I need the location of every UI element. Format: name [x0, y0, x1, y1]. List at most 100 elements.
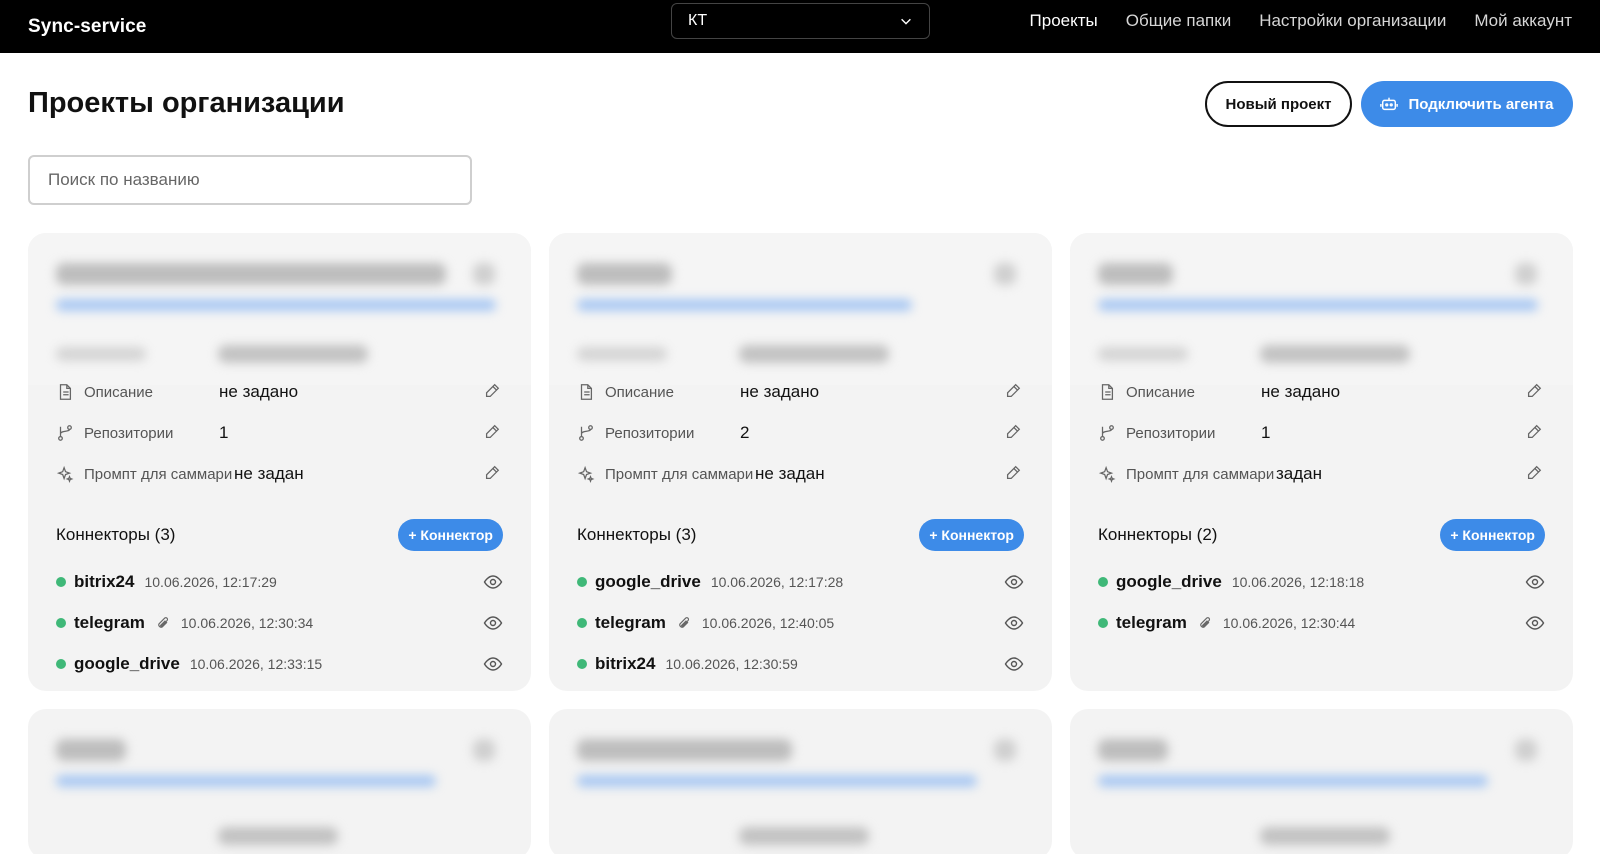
connect-agent-label: Подключить агента	[1408, 95, 1554, 113]
paperclip-icon	[676, 614, 694, 632]
connector-name: google_drive	[595, 572, 701, 591]
description-label: Описание	[84, 383, 154, 401]
paperclip-icon	[155, 614, 173, 632]
prompt-value: задан	[1276, 464, 1323, 483]
document-icon	[56, 382, 76, 402]
organization-select[interactable]: КТ	[671, 3, 930, 39]
connector-item: telegram 10.06.2026, 12:30:34	[56, 609, 503, 637]
connector-name: telegram	[595, 613, 666, 632]
eye-icon[interactable]	[1004, 613, 1024, 633]
repositories-value: 1	[1261, 423, 1271, 442]
nav-shared-folders[interactable]: Общие папки	[1126, 11, 1231, 31]
sparkles-icon	[577, 464, 597, 484]
description-value: не задано	[1261, 382, 1341, 401]
connector-time: 10.06.2026, 12:30:59	[665, 656, 798, 672]
main-nav: Проекты Общие папки Настройки организаци…	[1030, 0, 1572, 42]
page-title: Проекты организации	[28, 87, 345, 119]
status-dot	[56, 659, 66, 669]
edit-pencil-icon[interactable]	[1004, 423, 1024, 443]
git-branch-icon	[56, 423, 76, 443]
description-value: не задано	[219, 382, 299, 401]
project-card-blurred	[549, 709, 1052, 854]
connector-item: bitrix24 10.06.2026, 12:30:59	[577, 650, 1024, 678]
brand-logo[interactable]: Sync-service	[28, 16, 146, 38]
chevron-down-icon	[901, 18, 911, 25]
robot-icon	[1380, 97, 1399, 111]
document-icon	[577, 382, 597, 402]
project-card-blurred	[28, 709, 531, 854]
connector-time: 10.06.2026, 12:40:05	[701, 615, 835, 631]
nav-projects[interactable]: Проекты	[1030, 11, 1098, 31]
connect-agent-button[interactable]: Подключить агента	[1361, 81, 1573, 127]
repositories-label: Репозитории	[84, 424, 174, 442]
connector-item: google_drive 10.06.2026, 12:33:15	[56, 650, 503, 678]
prompt-value: не задан	[234, 464, 304, 483]
connector-item: google_drive 10.06.2026, 12:17:28	[577, 568, 1024, 596]
connectors-title: Коннекторы (3)	[577, 525, 697, 544]
status-dot	[577, 577, 587, 587]
connector-name: telegram	[1116, 613, 1187, 632]
status-dot	[56, 577, 66, 587]
connector-name: telegram	[74, 613, 145, 632]
edit-pencil-icon[interactable]	[1525, 382, 1545, 402]
connector-name: bitrix24	[595, 654, 656, 673]
repositories-row: Репозитории 1	[56, 418, 503, 448]
eye-icon[interactable]	[483, 613, 503, 633]
connector-item: bitrix24 10.06.2026, 12:17:29	[56, 568, 503, 596]
connector-item: telegram 10.06.2026, 12:30:44	[1098, 609, 1545, 637]
eye-icon[interactable]	[1525, 572, 1545, 592]
edit-pencil-icon[interactable]	[1525, 423, 1545, 443]
eye-icon[interactable]	[1004, 654, 1024, 674]
prompt-value: не задан	[755, 464, 825, 483]
paperclip-icon	[1197, 614, 1215, 632]
connector-name: google_drive	[1116, 572, 1222, 591]
git-branch-icon	[577, 423, 597, 443]
nav-organization-settings[interactable]: Настройки организации	[1259, 11, 1446, 31]
prompt-label: Промпт для саммари	[84, 465, 233, 483]
search-input[interactable]	[28, 155, 472, 205]
project-card-blurred	[1070, 709, 1573, 854]
project-card: Описание не задано Репозитории 1 Промпт …	[28, 233, 531, 691]
prompt-label: Промпт для саммари	[605, 465, 754, 483]
repositories-row: Репозитории 1	[1098, 418, 1545, 448]
connector-time: 10.06.2026, 12:17:29	[144, 574, 277, 590]
projects-grid: Описание не задано Репозитории 1 Промпт …	[28, 233, 1573, 854]
connector-time: 10.06.2026, 12:33:15	[189, 656, 323, 672]
connector-time: 10.06.2026, 12:30:34	[180, 615, 314, 631]
description-row: Описание не задано	[577, 377, 1024, 407]
add-connector-button[interactable]: + Коннектор	[1440, 519, 1545, 551]
prompt-row: Промпт для саммари не задан	[56, 459, 503, 489]
connectors-title: Коннекторы (3)	[56, 525, 176, 544]
project-card: Описание не задано Репозитории 1 Промпт …	[1070, 233, 1573, 691]
add-connector-button[interactable]: + Коннектор	[398, 519, 503, 551]
connector-time: 10.06.2026, 12:17:28	[710, 574, 844, 590]
nav-my-account[interactable]: Мой аккаунт	[1474, 11, 1572, 31]
organization-select-value: КТ	[688, 12, 708, 29]
connector-name: bitrix24	[74, 572, 135, 591]
edit-pencil-icon[interactable]	[1004, 382, 1024, 402]
connector-name: google_drive	[74, 654, 180, 673]
prompt-label: Промпт для саммари	[1126, 465, 1275, 483]
edit-pencil-icon[interactable]	[483, 464, 503, 484]
status-dot	[577, 618, 587, 628]
status-dot	[577, 659, 587, 669]
edit-pencil-icon[interactable]	[1525, 464, 1545, 484]
edit-pencil-icon[interactable]	[483, 423, 503, 443]
connector-item: telegram 10.06.2026, 12:40:05	[577, 609, 1024, 637]
eye-icon[interactable]	[483, 572, 503, 592]
git-branch-icon	[1098, 423, 1118, 443]
description-row: Описание не задано	[1098, 377, 1545, 407]
connector-time: 10.06.2026, 12:30:44	[1222, 615, 1356, 631]
eye-icon[interactable]	[1004, 572, 1024, 592]
description-label: Описание	[605, 383, 675, 401]
edit-pencil-icon[interactable]	[1004, 464, 1024, 484]
eye-icon[interactable]	[1525, 613, 1545, 633]
edit-pencil-icon[interactable]	[483, 382, 503, 402]
new-project-button[interactable]: Новый проект	[1205, 81, 1352, 127]
repositories-row: Репозитории 2	[577, 418, 1024, 448]
description-row: Описание не задано	[56, 377, 503, 407]
add-connector-button[interactable]: + Коннектор	[919, 519, 1024, 551]
repositories-value: 2	[740, 423, 750, 442]
eye-icon[interactable]	[483, 654, 503, 674]
blurred-card-header	[549, 233, 1052, 385]
